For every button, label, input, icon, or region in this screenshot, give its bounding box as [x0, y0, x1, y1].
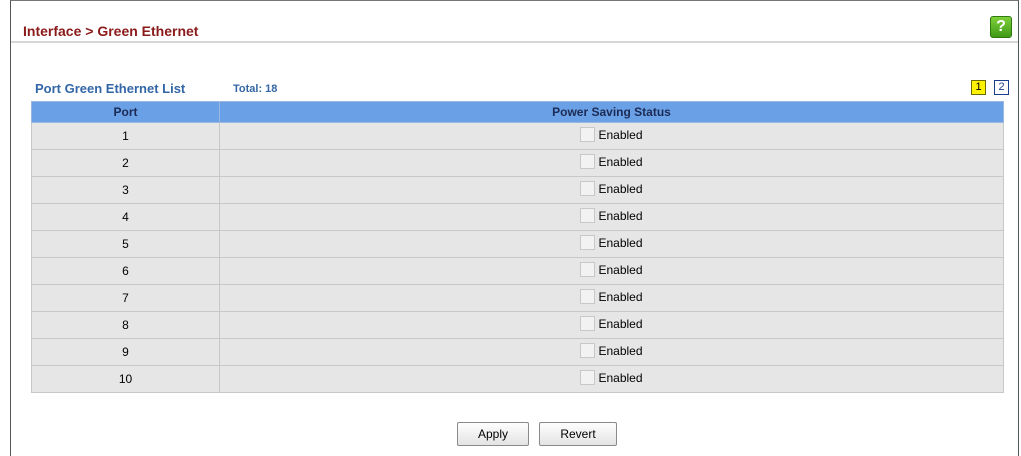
port-cell: 9 [31, 338, 220, 366]
table-row: 10 Enabled [31, 365, 1004, 393]
page-1-button[interactable]: 1 [971, 80, 986, 95]
page-2-button[interactable]: 2 [994, 80, 1009, 95]
enabled-checkbox[interactable] [580, 289, 596, 304]
revert-button[interactable]: Revert [539, 422, 617, 446]
enabled-checkbox[interactable] [580, 343, 596, 358]
enabled-label: Enabled [598, 316, 643, 331]
status-cell: Enabled [219, 230, 1004, 258]
status-cell: Enabled [219, 176, 1004, 204]
status-cell: Enabled [219, 365, 1004, 393]
enabled-checkbox[interactable] [580, 127, 596, 142]
table-row: 9 Enabled [31, 338, 1004, 366]
table-row: 3 Enabled [31, 176, 1004, 204]
apply-button[interactable]: Apply [457, 422, 529, 446]
status-cell: Enabled [219, 257, 1004, 285]
column-header-port: Port [31, 101, 220, 123]
enabled-label: Enabled [598, 208, 643, 223]
status-cell: Enabled [219, 311, 1004, 339]
port-green-ethernet-table: Port Power Saving Status 1 Enabled 2 Ena… [31, 101, 1004, 393]
enabled-label: Enabled [598, 127, 643, 142]
enabled-label: Enabled [598, 343, 643, 358]
port-cell: 3 [31, 176, 220, 204]
enabled-label: Enabled [598, 370, 643, 385]
enabled-checkbox[interactable] [580, 208, 596, 223]
content-frame: Interface > Green Ethernet ? Port Green … [10, 0, 1019, 456]
table-row: 4 Enabled [31, 203, 1004, 231]
status-cell: Enabled [219, 284, 1004, 312]
port-cell: 5 [31, 230, 220, 258]
enabled-label: Enabled [598, 262, 643, 277]
port-cell: 7 [31, 284, 220, 312]
enabled-checkbox[interactable] [580, 235, 596, 250]
port-cell: 10 [31, 365, 220, 393]
enabled-label: Enabled [598, 235, 643, 250]
enabled-checkbox[interactable] [580, 370, 596, 385]
title-bar: Interface > Green Ethernet ? [11, 1, 1018, 43]
port-cell: 6 [31, 257, 220, 285]
table-row: 8 Enabled [31, 311, 1004, 339]
port-cell: 2 [31, 149, 220, 177]
enabled-label: Enabled [598, 154, 643, 169]
port-cell: 4 [31, 203, 220, 231]
enabled-label: Enabled [598, 181, 643, 196]
enabled-label: Enabled [598, 289, 643, 304]
table-row: 2 Enabled [31, 149, 1004, 177]
action-buttons: Apply Revert [457, 422, 617, 446]
enabled-checkbox[interactable] [580, 316, 596, 331]
port-cell: 8 [31, 311, 220, 339]
table-row: 1 Enabled [31, 122, 1004, 150]
help-icon[interactable]: ? [990, 16, 1012, 38]
page-title: Interface > Green Ethernet [23, 23, 199, 39]
port-cell: 1 [31, 122, 220, 150]
pagination: 1 2 [971, 80, 1009, 95]
status-cell: Enabled [219, 338, 1004, 366]
status-cell: Enabled [219, 149, 1004, 177]
enabled-checkbox[interactable] [580, 181, 596, 196]
enabled-checkbox[interactable] [580, 154, 596, 169]
table-row: 5 Enabled [31, 230, 1004, 258]
column-header-power-saving-status: Power Saving Status [219, 101, 1004, 123]
table-header-row: Port Power Saving Status [31, 101, 1004, 123]
list-total: Total: 18 [233, 83, 278, 95]
enabled-checkbox[interactable] [580, 262, 596, 277]
status-cell: Enabled [219, 122, 1004, 150]
status-cell: Enabled [219, 203, 1004, 231]
list-title: Port Green Ethernet List [35, 81, 186, 96]
table-row: 7 Enabled [31, 284, 1004, 312]
table-row: 6 Enabled [31, 257, 1004, 285]
